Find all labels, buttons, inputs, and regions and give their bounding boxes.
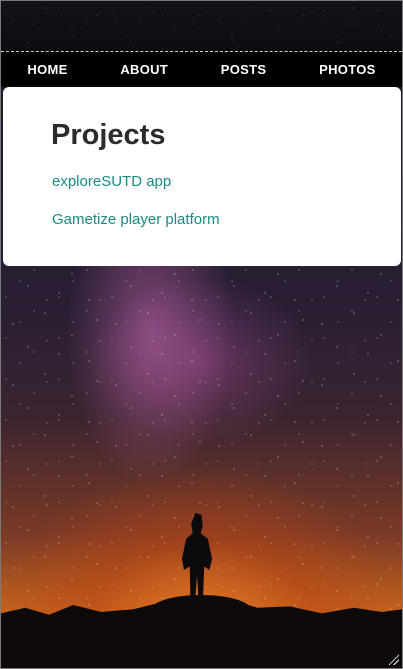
projects-heading: Projects [51, 119, 166, 151]
project-link-exploresutd[interactable]: exploreSUTD app [52, 173, 171, 190]
project-link-gametize[interactable]: Gametize player platform [52, 211, 220, 228]
nav-menu: HOME ABOUT POSTS PHOTOS [1, 53, 402, 85]
resize-grip-icon[interactable] [387, 653, 399, 665]
nav-item-home[interactable]: HOME [27, 62, 67, 77]
nav-item-posts[interactable]: POSTS [221, 62, 267, 77]
nav-item-photos[interactable]: PHOTOS [319, 62, 375, 77]
nav-item-about[interactable]: ABOUT [120, 62, 168, 77]
top-navigation: HOME ABOUT POSTS PHOTOS [1, 1, 402, 87]
nav-divider [1, 51, 402, 52]
browser-viewport: HOME ABOUT POSTS PHOTOS Projects explore… [0, 0, 403, 669]
